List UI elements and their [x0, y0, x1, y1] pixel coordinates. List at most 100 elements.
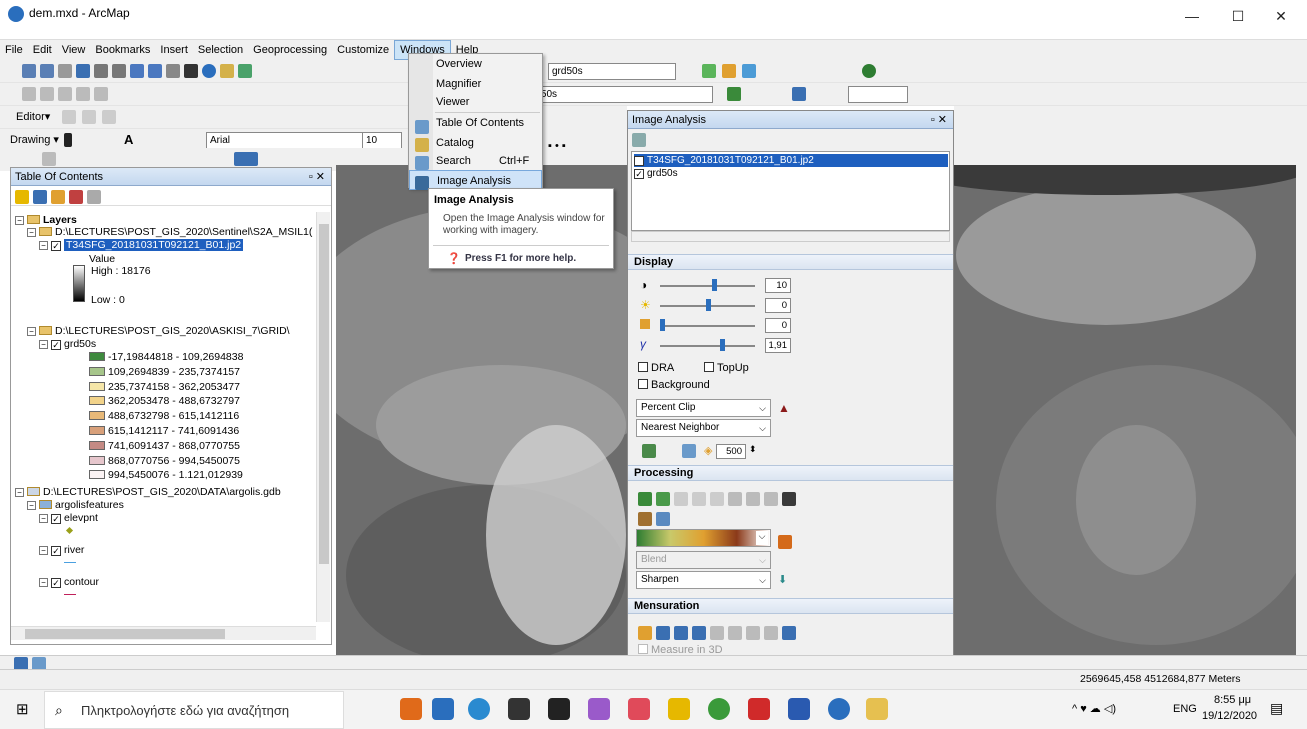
blend-dropdown[interactable]: Blend ⌵	[636, 551, 771, 569]
transparency-slider[interactable]	[660, 325, 755, 327]
toc-vertical-scrollbar[interactable]	[316, 212, 330, 622]
stretch-dropdown[interactable]: Percent Clip ⌵	[636, 399, 771, 417]
menu-geoprocessing[interactable]: Geoprocessing	[248, 41, 332, 61]
chrome-icon[interactable]	[708, 698, 730, 720]
minimize-button[interactable]: —	[1169, 2, 1215, 30]
word-icon[interactable]	[788, 698, 810, 720]
zoom-spinner[interactable]: ⬍	[749, 444, 757, 455]
flicker-icon[interactable]	[682, 444, 696, 458]
toc-close-icon[interactable]: ▫ ✕	[309, 168, 325, 186]
grid-class-6[interactable]: 741,6091437 - 868,0770755	[89, 440, 240, 452]
list-by-selection-icon[interactable]	[69, 190, 83, 204]
color-ramp-dropdown[interactable]: ⌵	[636, 529, 771, 547]
color-fill-icon[interactable]	[234, 152, 258, 166]
background-checkbox[interactable]: Background	[638, 379, 710, 391]
drawing-menu[interactable]: Drawing ▾	[10, 133, 59, 146]
resampling-dropdown[interactable]: Nearest Neighbor ⌵	[636, 419, 771, 437]
edge-icon[interactable]	[468, 698, 490, 720]
shadow-icon[interactable]	[674, 626, 688, 640]
shaded-relief-icon[interactable]	[728, 492, 742, 506]
menu-file[interactable]: File	[0, 41, 28, 61]
fixed-zoom-icon[interactable]	[94, 64, 108, 78]
clock-time[interactable]: 8:55 μμ	[1214, 694, 1251, 706]
grid-class-2[interactable]: 235,7374158 - 362,2053477	[89, 381, 240, 393]
grid-class-5[interactable]: 615,1412117 - 741,6091436	[89, 425, 239, 437]
layer-elevpnt[interactable]: − ✓ elevpnt	[39, 512, 98, 524]
snip-icon[interactable]	[588, 698, 610, 720]
ia-layer-row-2[interactable]: ✓ grd50s	[634, 168, 678, 179]
globe-icon[interactable]	[862, 64, 876, 78]
select-features-icon[interactable]	[166, 64, 180, 78]
distance-icon[interactable]	[638, 626, 652, 640]
back-icon[interactable]	[130, 64, 144, 78]
select-elements-icon[interactable]	[184, 64, 198, 78]
straight-segment-icon[interactable]	[82, 110, 96, 124]
brightness-thumb[interactable]	[706, 299, 711, 311]
close-button[interactable]: ✕	[1258, 2, 1304, 30]
line-color-icon[interactable]: ▪ • ▪	[548, 140, 566, 152]
zoom-in-icon[interactable]	[22, 64, 36, 78]
select-arrow-icon[interactable]	[64, 133, 72, 147]
gamma-value[interactable]: 1,91	[765, 338, 791, 353]
layer-combo[interactable]: grd50s	[548, 63, 676, 80]
centroid-icon[interactable]	[728, 626, 742, 640]
swipe-icon[interactable]	[642, 444, 656, 458]
table-icon[interactable]	[94, 87, 108, 101]
mensuration-tool-icon[interactable]	[656, 512, 670, 526]
dataset-argolis[interactable]: − argolisfeatures	[27, 499, 124, 511]
list-by-source-icon[interactable]	[33, 190, 47, 204]
transparency-value[interactable]: 0	[765, 318, 791, 333]
ia-list-scrollbar[interactable]	[631, 231, 950, 242]
text-a-icon[interactable]: A	[124, 132, 133, 147]
forward-icon[interactable]	[148, 64, 162, 78]
ia-options-icon[interactable]	[632, 133, 646, 147]
function-icon[interactable]	[638, 512, 652, 526]
display-section-header[interactable]: Display	[628, 254, 953, 270]
group-sentinel[interactable]: − D:\LECTURES\POST_GIS_2020\Sentinel\S2A_…	[27, 226, 312, 238]
zoom-out-icon[interactable]	[40, 64, 54, 78]
fixed-zoom-out-icon[interactable]	[112, 64, 126, 78]
sketch-icon[interactable]	[727, 87, 741, 101]
maximize-button[interactable]: ☐	[1215, 2, 1261, 30]
map-vertical-scrollbar[interactable]	[1296, 165, 1307, 655]
menu-view[interactable]: View	[57, 41, 91, 61]
menu-insert[interactable]: Insert	[155, 41, 193, 61]
toc-horizontal-scrollbar[interactable]	[11, 626, 316, 640]
arc-segment-icon[interactable]	[102, 110, 116, 124]
editor-menu[interactable]: Editor▾	[16, 110, 50, 123]
mask-icon[interactable]	[656, 492, 670, 506]
edit-tool-icon[interactable]	[62, 110, 76, 124]
orthorectify-icon[interactable]	[746, 492, 760, 506]
dra-checkbox[interactable]: DRA	[638, 362, 674, 374]
notes-icon[interactable]	[866, 698, 888, 720]
processing-section-header[interactable]: Processing	[628, 465, 953, 481]
app-icon[interactable]	[628, 698, 650, 720]
layer-river[interactable]: − ✓ river	[39, 544, 84, 556]
contrast-slider[interactable]	[660, 285, 755, 287]
toc-options-icon[interactable]	[87, 190, 101, 204]
clear-icon[interactable]	[764, 626, 778, 640]
pan-icon[interactable]	[58, 64, 72, 78]
list-by-visibility-icon[interactable]	[51, 190, 65, 204]
find-icon[interactable]	[220, 64, 234, 78]
grid-class-1[interactable]: 109,2694839 - 235,7374157	[89, 366, 240, 378]
start-icon[interactable]: ⊞	[16, 700, 29, 718]
gamma-slider[interactable]	[660, 345, 755, 347]
menu-customize[interactable]: Customize	[332, 41, 394, 61]
point-icon[interactable]	[710, 626, 724, 640]
link-icon[interactable]	[58, 87, 72, 101]
zoom-layout-icon[interactable]	[42, 152, 56, 166]
tray-icons[interactable]: ^ ♥ ☁ ◁)	[1072, 702, 1116, 715]
grid-class-3[interactable]: 362,2053478 - 488,6732797	[89, 395, 240, 407]
full-extent-icon[interactable]	[76, 64, 90, 78]
grid-class-4[interactable]: 488,6732798 - 615,1412116	[89, 410, 239, 422]
acrobat-icon[interactable]	[748, 698, 770, 720]
perimeter-icon[interactable]	[746, 626, 760, 640]
clock-date[interactable]: 19/12/2020	[1202, 710, 1257, 722]
list-by-drawing-order-icon[interactable]	[15, 190, 29, 204]
brightness-value[interactable]: 0	[765, 298, 791, 313]
height-icon[interactable]	[656, 626, 670, 640]
explorer-icon[interactable]	[668, 698, 690, 720]
hillshade-icon[interactable]	[778, 535, 792, 549]
measure-window-icon[interactable]	[782, 626, 796, 640]
